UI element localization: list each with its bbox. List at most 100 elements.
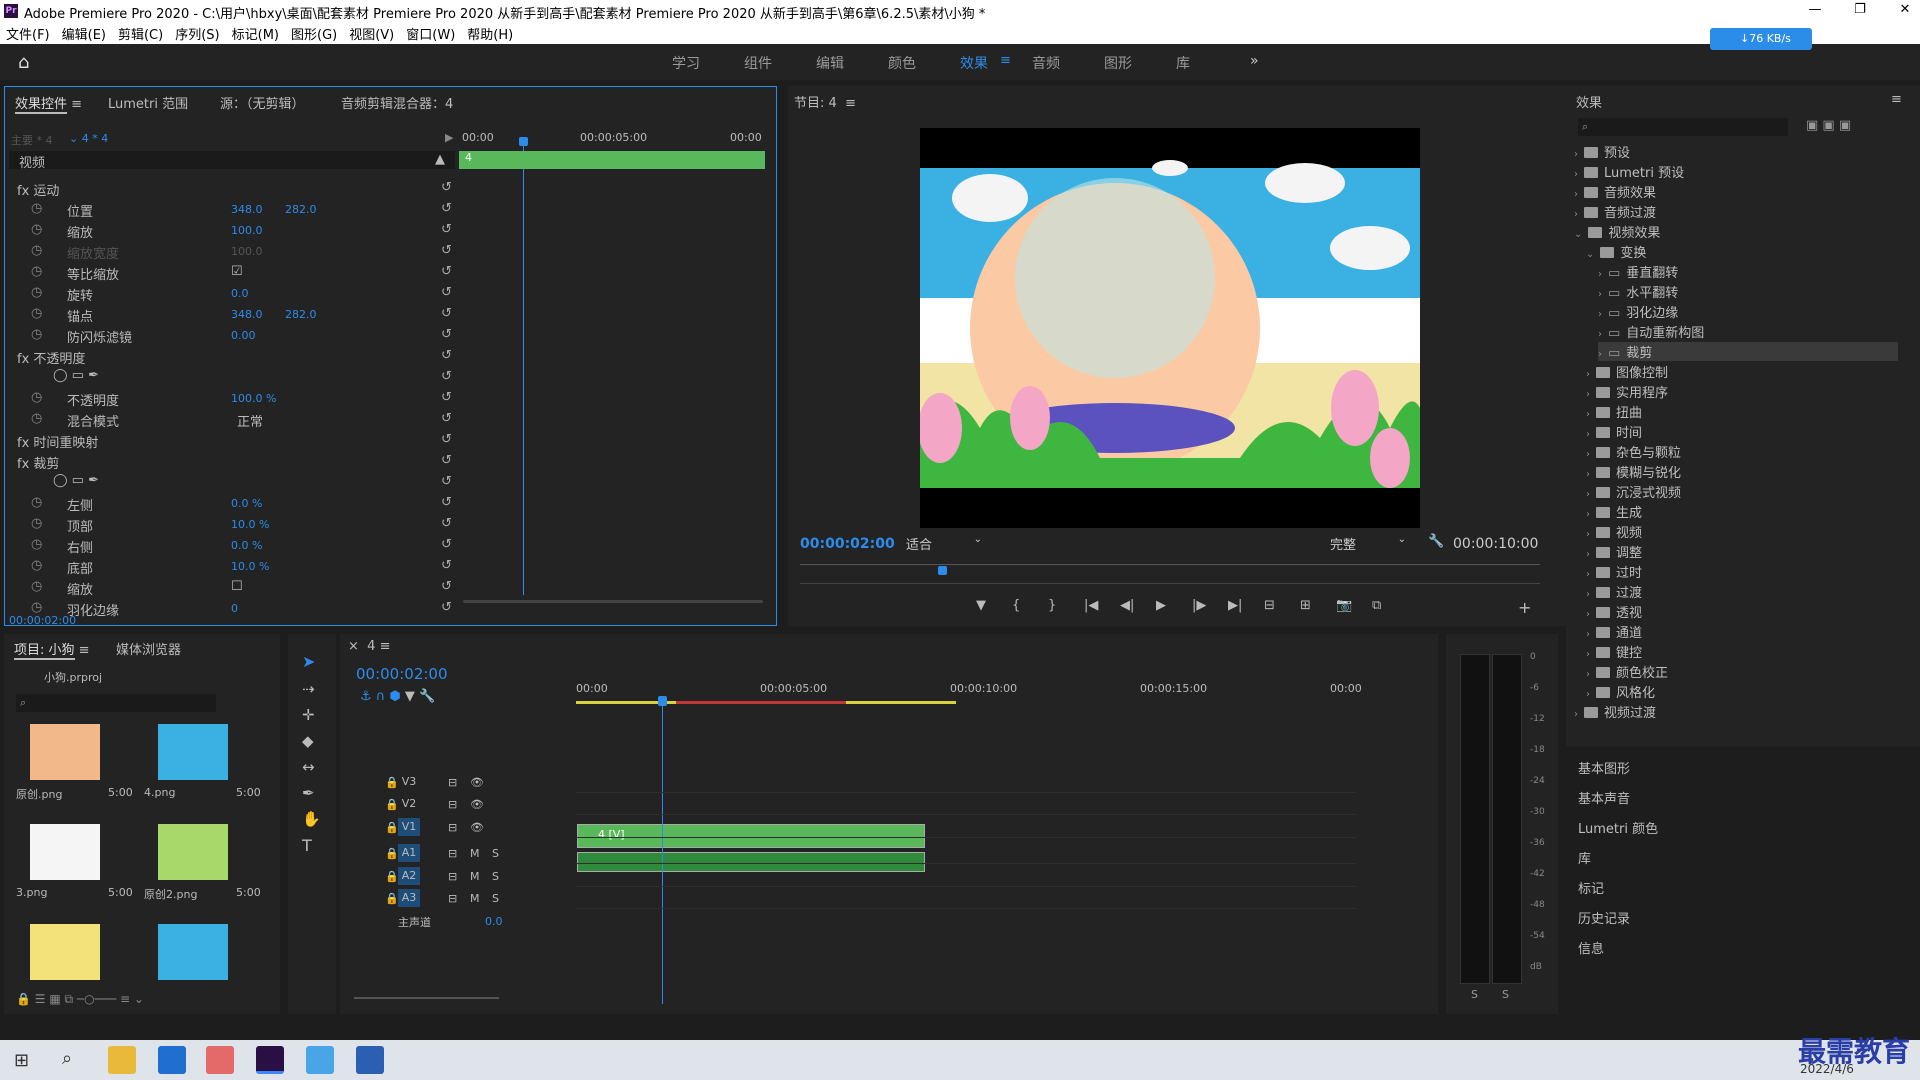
- project-thumbnail[interactable]: [30, 824, 100, 880]
- stopwatch-icon[interactable]: ◷: [31, 390, 42, 405]
- track-lock-icon[interactable]: 🔒: [385, 776, 399, 789]
- stopwatch-icon[interactable]: ◷: [31, 243, 42, 258]
- clip-bar[interactable]: 4: [459, 151, 765, 169]
- effect-tree-item[interactable]: › 过渡: [1586, 582, 1642, 601]
- ec-row[interactable]: ◷ 底部 10.0 % ↺: [9, 557, 455, 577]
- tab-source[interactable]: 源：（无剪辑）: [220, 93, 305, 112]
- timeline-timecode[interactable]: 00:00:02:00: [356, 665, 448, 683]
- minimize-button[interactable]: —: [1800, 2, 1830, 17]
- effects-search-input[interactable]: ⌕: [1578, 118, 1788, 136]
- track-select-tool-icon[interactable]: ⇢: [302, 680, 315, 698]
- effects-title[interactable]: 效果: [1576, 92, 1602, 111]
- effect-tree-item[interactable]: ⌄ 视频效果: [1574, 222, 1660, 241]
- effect-tree-item[interactable]: › 风格化: [1586, 682, 1655, 701]
- track-solo[interactable]: S: [492, 892, 499, 905]
- ec-param-value[interactable]: 0.00: [231, 329, 256, 342]
- track-sync-icon[interactable]: ⊟: [448, 892, 457, 905]
- reset-icon[interactable]: ↺: [441, 327, 452, 342]
- ec-param-value[interactable]: 348.0: [231, 203, 263, 216]
- ec-row[interactable]: ◯ ▭ ✒ ↺: [9, 368, 455, 388]
- track-lock-icon[interactable]: 🔒: [385, 892, 399, 905]
- expand-icon[interactable]: ›: [1574, 189, 1578, 200]
- expand-icon[interactable]: ›: [1574, 209, 1578, 220]
- ec-row[interactable]: ◷ 羽化边缘 0 ↺: [9, 599, 455, 619]
- side-panel-6[interactable]: 信息: [1578, 938, 1604, 957]
- program-control-1[interactable]: {: [1012, 598, 1020, 613]
- program-control-4[interactable]: ◀|: [1120, 598, 1134, 613]
- program-time-ruler[interactable]: [800, 564, 1540, 565]
- maximize-button[interactable]: ❐: [1845, 2, 1875, 17]
- effect-tree-item[interactable]: › 透视: [1586, 602, 1642, 621]
- ec-param-value[interactable]: 0: [231, 602, 238, 615]
- ec-row[interactable]: ◯ ▭ ✒ ↺: [9, 473, 455, 493]
- track-eye-icon[interactable]: 👁: [470, 798, 484, 811]
- effect-tree-item[interactable]: › 预设: [1574, 142, 1630, 161]
- effect-tree-item[interactable]: › 扭曲: [1586, 402, 1642, 421]
- expand-icon[interactable]: ›: [1586, 389, 1590, 400]
- effect-tree-item[interactable]: › ▭ 自动重新构图: [1598, 322, 1704, 341]
- expand-icon[interactable]: ›: [1586, 689, 1590, 700]
- fit-select[interactable]: 适合 ⌄: [906, 534, 982, 553]
- slip-tool-icon[interactable]: ↔: [302, 758, 315, 776]
- track-mute[interactable]: M: [470, 870, 480, 883]
- workspace-tab-5[interactable]: 音频: [1032, 53, 1060, 73]
- expand-icon[interactable]: ›: [1598, 269, 1602, 280]
- ec-row[interactable]: fx 时间重映射 ↺: [9, 431, 455, 451]
- effect-tree-item[interactable]: › 键控: [1586, 642, 1642, 661]
- effect-tree-item[interactable]: › 杂色与颗粒: [1586, 442, 1681, 461]
- reset-icon[interactable]: ↺: [441, 285, 452, 300]
- expand-icon[interactable]: ›: [1586, 629, 1590, 640]
- reset-icon[interactable]: ↺: [441, 390, 452, 405]
- ec-row[interactable]: ◷ 顶部 10.0 % ↺: [9, 515, 455, 535]
- expand-icon[interactable]: ⌄: [1574, 229, 1582, 240]
- track-target[interactable]: V3: [398, 773, 420, 791]
- timeline-tab[interactable]: × 4 ≡: [348, 639, 391, 654]
- tab-lumetri-scopes[interactable]: Lumetri 范围: [108, 93, 188, 112]
- word-icon[interactable]: [356, 1046, 384, 1074]
- meter-solo-left[interactable]: S: [1471, 988, 1478, 1001]
- start-icon[interactable]: ⊞: [14, 1050, 29, 1071]
- project-thumbnail[interactable]: [158, 824, 228, 880]
- stopwatch-icon[interactable]: ◷: [31, 222, 42, 237]
- effect-tree-item[interactable]: › 颜色校正: [1586, 662, 1668, 681]
- track-mute[interactable]: M: [470, 892, 480, 905]
- expand-icon[interactable]: ›: [1598, 289, 1602, 300]
- side-panel-3[interactable]: 库: [1578, 848, 1591, 867]
- razor-tool-icon[interactable]: ◆: [302, 732, 314, 750]
- ec-row[interactable]: fx 裁剪 ↺: [9, 452, 455, 472]
- effect-tree-item[interactable]: › 视频过渡: [1574, 702, 1656, 721]
- ec-row[interactable]: ◷ 等比缩放 ☑ ↺: [9, 263, 455, 283]
- effect-tree-item[interactable]: › ▭ 裁剪: [1598, 342, 1898, 361]
- track-target[interactable]: A1: [398, 844, 420, 862]
- effect-tree-item[interactable]: › 调整: [1586, 542, 1642, 561]
- reset-icon[interactable]: ↺: [441, 411, 452, 426]
- side-panel-5[interactable]: 历史记录: [1578, 908, 1630, 927]
- reset-icon[interactable]: ↺: [441, 537, 452, 552]
- program-playhead[interactable]: [938, 566, 947, 575]
- track-lock-icon[interactable]: 🔒: [385, 821, 399, 834]
- expand-icon[interactable]: ›: [1586, 669, 1590, 680]
- side-panel-2[interactable]: Lumetri 颜色: [1578, 818, 1658, 837]
- stopwatch-icon[interactable]: ◷: [31, 285, 42, 300]
- ec-checkbox[interactable]: ☑: [231, 264, 243, 279]
- menu-item-4[interactable]: 标记(M): [226, 22, 285, 45]
- reset-icon[interactable]: ↺: [441, 369, 452, 384]
- edge-icon[interactable]: [158, 1046, 186, 1074]
- ec-param-value[interactable]: 100.0 %: [231, 392, 276, 405]
- program-scrollbar[interactable]: [800, 583, 1540, 584]
- menu-item-3[interactable]: 序列(S): [169, 22, 225, 45]
- expand-icon[interactable]: ›: [1586, 429, 1590, 440]
- ec-row[interactable]: ◷ 右侧 0.0 % ↺: [9, 536, 455, 556]
- stopwatch-icon[interactable]: ◷: [31, 327, 42, 342]
- home-icon[interactable]: ⌂: [18, 52, 29, 73]
- effect-tree-item[interactable]: › 视频: [1586, 522, 1642, 541]
- ec-param-value[interactable]: 0.0 %: [231, 539, 262, 552]
- program-control-6[interactable]: |▶: [1192, 598, 1206, 613]
- track-sync-icon[interactable]: ⊟: [448, 847, 457, 860]
- master-track-value[interactable]: 0.0: [485, 915, 503, 928]
- reset-icon[interactable]: ↺: [441, 453, 452, 468]
- play-only-icon[interactable]: ▶: [445, 131, 453, 144]
- track-lock-icon[interactable]: 🔒: [385, 798, 399, 811]
- reset-icon[interactable]: ↺: [441, 516, 452, 531]
- project-search-input[interactable]: ⌕: [16, 694, 216, 712]
